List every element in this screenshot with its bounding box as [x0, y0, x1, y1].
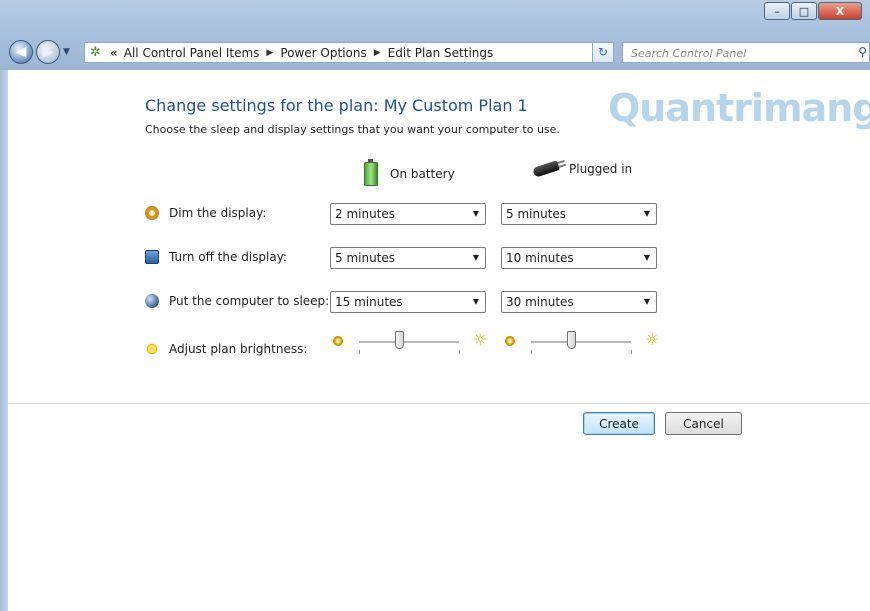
- watermark-logo: Quantrimang: [608, 86, 870, 130]
- slider-tick: [631, 350, 632, 354]
- breadcrumb-separator-icon[interactable]: ▶: [374, 48, 381, 58]
- address-bar[interactable]: ✲ « All Control Panel Items ▶ Power Opti…: [84, 42, 614, 63]
- battery-icon: [364, 159, 378, 186]
- section-divider: [8, 403, 870, 404]
- page-description: Choose the sleep and display settings th…: [145, 123, 560, 136]
- setting-label: Turn off the display:: [169, 250, 287, 264]
- turn-off-display-plugged-select[interactable]: 10 minutes ▼: [501, 247, 657, 269]
- navigation-bar: ◀ ▶ ▼ ✲ « All Control Panel Items ▶ Powe…: [0, 37, 870, 69]
- brightness-battery-slider[interactable]: ☼: [333, 331, 487, 357]
- recent-pages-dropdown-icon[interactable]: ▼: [63, 47, 70, 57]
- turn-off-display-icon: [145, 250, 159, 264]
- breadcrumb-separator-icon[interactable]: ▶: [266, 48, 273, 58]
- chevron-down-icon: ▼: [643, 253, 650, 262]
- chevron-down-icon: ▼: [643, 209, 650, 218]
- setting-label: Adjust plan brightness:: [169, 342, 308, 356]
- dim-display-battery-select[interactable]: 2 minutes ▼: [330, 203, 486, 225]
- column-header-plugged: Plugged in: [532, 160, 633, 178]
- column-header-battery: On battery: [364, 159, 455, 186]
- content-pane: Change settings for the plan: My Custom …: [8, 70, 870, 611]
- breadcrumb-power-options[interactable]: Power Options: [280, 46, 366, 60]
- close-button[interactable]: X: [818, 2, 862, 20]
- brightness-sun-icon: [145, 342, 159, 356]
- search-input[interactable]: [629, 43, 853, 63]
- chevron-down-icon: ▼: [472, 209, 479, 218]
- minimize-button[interactable]: –: [764, 2, 790, 20]
- slider-thumb[interactable]: [395, 331, 404, 349]
- select-value: 5 minutes: [335, 251, 396, 265]
- cancel-button[interactable]: Cancel: [665, 412, 742, 435]
- maximize-button[interactable]: □: [791, 2, 817, 20]
- setting-row-turn-off-display: Turn off the display:: [145, 250, 287, 264]
- brightness-plugged-slider[interactable]: ☼: [505, 331, 659, 357]
- power-plug-icon: [532, 160, 560, 178]
- slider-thumb[interactable]: [567, 331, 576, 349]
- select-value: 15 minutes: [335, 295, 403, 309]
- sleep-moon-icon: [145, 294, 159, 308]
- breadcrumb-edit-plan-settings[interactable]: Edit Plan Settings: [388, 46, 494, 60]
- page-title: Change settings for the plan: My Custom …: [145, 96, 528, 115]
- column-label-plugged: Plugged in: [569, 162, 633, 176]
- setting-label: Put the computer to sleep:: [169, 294, 330, 308]
- select-value: 5 minutes: [506, 207, 567, 221]
- breadcrumb-overflow-chevron[interactable]: «: [110, 46, 118, 60]
- select-value: 10 minutes: [506, 251, 574, 265]
- window-frame: – □ X ◀ ▶ ▼ ✲ « All Control Panel Items …: [0, 0, 870, 611]
- slider-track[interactable]: [531, 341, 631, 344]
- chevron-down-icon: ▼: [472, 297, 479, 306]
- back-button[interactable]: ◀: [9, 40, 33, 64]
- setting-label: Dim the display:: [169, 206, 267, 220]
- bright-sun-icon: ☼: [473, 330, 488, 349]
- dim-display-plugged-select[interactable]: 5 minutes ▼: [501, 203, 657, 225]
- breadcrumb-all-control-panel-items[interactable]: All Control Panel Items: [124, 46, 260, 60]
- column-label-battery: On battery: [390, 167, 455, 181]
- select-value: 30 minutes: [506, 295, 574, 309]
- dim-display-icon: [145, 206, 159, 220]
- caption-buttons: – □ X: [763, 2, 862, 20]
- sleep-battery-select[interactable]: 15 minutes ▼: [330, 291, 486, 313]
- title-bar: – □ X ◀ ▶ ▼ ✲ « All Control Panel Items …: [0, 0, 870, 70]
- control-panel-icon: ✲: [90, 44, 101, 60]
- setting-row-dim-display: Dim the display:: [145, 206, 266, 220]
- slider-tick: [459, 350, 460, 354]
- bright-sun-icon: ☼: [645, 330, 660, 349]
- dim-sun-icon: [333, 336, 343, 346]
- search-icon[interactable]: ⚲: [858, 45, 867, 59]
- forward-button[interactable]: ▶: [36, 40, 60, 64]
- chevron-down-icon: ▼: [643, 297, 650, 306]
- slider-tick: [359, 350, 360, 354]
- setting-row-sleep: Put the computer to sleep:: [145, 294, 329, 308]
- chevron-down-icon: ▼: [472, 253, 479, 262]
- search-box[interactable]: ⚲: [622, 42, 870, 63]
- create-button[interactable]: Create: [583, 412, 655, 435]
- dim-sun-icon: [505, 336, 515, 346]
- slider-tick: [531, 350, 532, 354]
- setting-row-brightness: Adjust plan brightness:: [145, 342, 307, 356]
- turn-off-display-battery-select[interactable]: 5 minutes ▼: [330, 247, 486, 269]
- select-value: 2 minutes: [335, 207, 396, 221]
- refresh-icon[interactable]: ↻: [592, 42, 614, 63]
- sleep-plugged-select[interactable]: 30 minutes ▼: [501, 291, 657, 313]
- slider-track[interactable]: [359, 341, 459, 344]
- window-left-border: [0, 70, 8, 611]
